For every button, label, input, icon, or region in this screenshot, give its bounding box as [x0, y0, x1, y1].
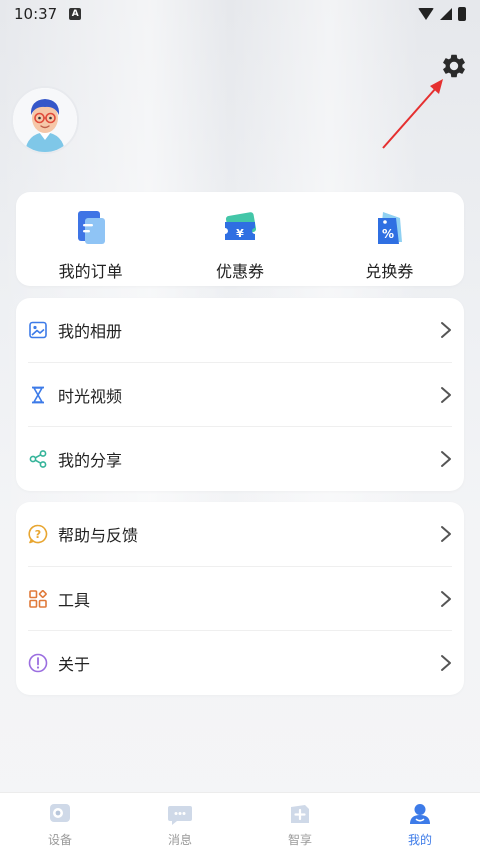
- about-icon: [28, 653, 48, 673]
- device-icon: [50, 804, 70, 822]
- voucher-icon: %: [378, 212, 403, 244]
- voucher-label: 兑换券: [365, 262, 414, 281]
- menu-item-my-share[interactable]: 我的分享: [28, 426, 452, 490]
- svg-text:?: ?: [35, 528, 41, 541]
- svg-text:¥: ¥: [236, 227, 244, 240]
- wifi-icon: [418, 8, 434, 20]
- status-icons: [418, 7, 466, 21]
- chevron-right-icon: [441, 590, 451, 607]
- nav-tab-messages[interactable]: 消息: [120, 793, 240, 852]
- status-time: 10:37: [14, 5, 58, 23]
- nav-tab-label: 消息: [167, 833, 192, 847]
- help-icon: ?: [28, 524, 48, 544]
- chevron-right-icon: [441, 654, 451, 671]
- menu-group-personal: 我的相册 时光视频 我的分享: [16, 298, 464, 491]
- order-icon: [77, 211, 105, 244]
- menu-item-about[interactable]: 关于: [28, 630, 452, 694]
- bottom-navigation: 设备 消息 智享 我的: [0, 792, 480, 852]
- voucher-button[interactable]: % 兑换券: [315, 192, 464, 286]
- share-icon: [28, 449, 48, 469]
- coupon-label: 优惠券: [215, 262, 264, 281]
- tools-icon: [28, 589, 48, 609]
- menu-item-label: 关于: [58, 654, 91, 674]
- menu-item-my-album[interactable]: 我的相册: [28, 298, 452, 362]
- coupon-button[interactable]: ¥ 优惠券: [165, 192, 314, 286]
- chevron-right-icon: [441, 322, 451, 338]
- menu-item-time-video[interactable]: 时光视频: [28, 362, 452, 426]
- avatar-character-icon: [13, 88, 77, 152]
- smart-share-icon: [291, 805, 309, 823]
- my-orders-label: 我的订单: [58, 262, 123, 281]
- my-orders-button[interactable]: 我的订单: [16, 192, 165, 286]
- quick-actions-card: 我的订单 ¥ 优惠券 % 兑换券: [16, 192, 464, 286]
- hourglass-icon: [28, 385, 48, 405]
- profile-icon: [410, 804, 430, 824]
- menu-item-label: 时光视频: [58, 386, 123, 406]
- message-icon: [168, 806, 192, 825]
- signal-icon: [440, 8, 452, 20]
- status-bar: 10:37 A: [0, 0, 480, 28]
- menu-item-label: 我的分享: [58, 450, 123, 470]
- avatar[interactable]: [11, 86, 79, 154]
- battery-icon: [458, 7, 466, 21]
- menu-group-support: ? 帮助与反馈 工具 关于: [16, 502, 464, 695]
- album-icon: [28, 320, 48, 340]
- nav-tab-label: 智享: [287, 833, 312, 847]
- nav-tab-smart-share[interactable]: 智享: [240, 793, 360, 852]
- nav-tab-label: 我的: [407, 833, 432, 847]
- menu-item-label: 帮助与反馈: [58, 526, 139, 545]
- chevron-right-icon: [441, 526, 451, 542]
- nav-tab-label: 设备: [47, 833, 72, 847]
- menu-item-label: 我的相册: [58, 322, 123, 341]
- menu-item-tools[interactable]: 工具: [28, 566, 452, 630]
- coupon-icon: ¥: [224, 212, 257, 240]
- chevron-right-icon: [441, 386, 451, 403]
- menu-item-label: 工具: [58, 590, 91, 610]
- gear-icon: [443, 54, 465, 78]
- nav-tab-device[interactable]: 设备: [0, 793, 120, 852]
- settings-button[interactable]: [440, 52, 468, 80]
- svg-text:%: %: [382, 227, 394, 241]
- notification-icon: A: [69, 8, 82, 20]
- nav-tab-profile[interactable]: 我的: [360, 793, 480, 852]
- menu-item-help-feedback[interactable]: ? 帮助与反馈: [28, 502, 452, 566]
- chevron-right-icon: [441, 450, 451, 467]
